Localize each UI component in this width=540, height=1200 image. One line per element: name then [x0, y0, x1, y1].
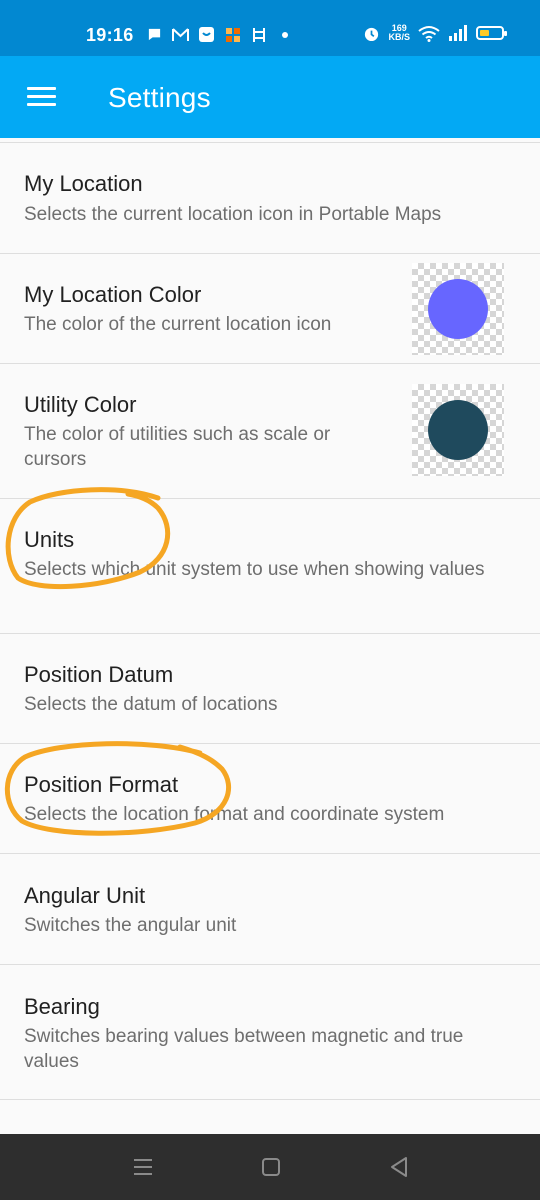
setting-title: My Location [24, 171, 143, 196]
setting-my-location[interactable]: My Location Selects the current location… [0, 142, 540, 254]
setting-bearing[interactable]: Bearing Switches bearing values between … [0, 965, 540, 1100]
alarm-icon [363, 25, 380, 42]
setting-title: Units [24, 527, 75, 552]
setting-title: Position Format [24, 772, 179, 797]
setting-position-format[interactable]: Position Format Selects the location for… [0, 744, 540, 854]
status-time: 19:16 [86, 25, 134, 45]
navigation-bar [0, 1134, 540, 1200]
color-swatch[interactable] [412, 384, 504, 476]
setting-subtitle: Selects the location format and coordina… [24, 804, 445, 825]
status-bar: 19:16 169 KB/S [0, 0, 540, 56]
puzzle-icon [224, 26, 241, 43]
dot-icon [276, 26, 293, 43]
app-bar: Settings [0, 56, 540, 138]
setting-subtitle: The color of utilities such as scale or … [24, 424, 331, 470]
setting-position-datum[interactable]: Position Datum Selects the datum of loca… [0, 634, 540, 744]
chat-icon [146, 26, 163, 43]
notification-icons [146, 26, 293, 43]
setting-title: My Location Color [24, 282, 202, 307]
setting-subtitle: Selects which unit system to use when sh… [24, 559, 485, 580]
setting-subtitle: Switches the angular unit [24, 915, 237, 936]
page-title: Settings [108, 82, 211, 113]
app-icon [198, 26, 215, 43]
setting-my-location-color[interactable]: My Location Color The color of the curre… [0, 254, 540, 364]
home-icon[interactable] [258, 1154, 284, 1180]
system-icons: 169 KB/S [363, 24, 507, 42]
setting-utility-color[interactable]: Utility Color The color of utilities suc… [0, 364, 540, 499]
setting-subtitle: Selects the datum of locations [24, 694, 278, 715]
recents-icon[interactable] [130, 1154, 156, 1180]
setting-title: Position Datum [24, 662, 174, 687]
setting-title: Angular Unit [24, 883, 146, 908]
wifi-icon [418, 25, 440, 42]
setting-subtitle: Switches bearing values between magnetic… [24, 1026, 464, 1072]
hamburger-menu-icon[interactable] [27, 87, 57, 107]
setting-angular-unit[interactable]: Angular Unit Switches the angular unit [0, 854, 540, 965]
setting-units[interactable]: Units Selects which unit system to use w… [0, 499, 540, 634]
back-icon[interactable] [386, 1154, 412, 1180]
color-swatch-dot [428, 279, 488, 339]
color-swatch-dot [428, 400, 488, 460]
book-icon [250, 26, 267, 43]
setting-subtitle: The color of the current location icon [24, 314, 332, 335]
color-swatch[interactable] [412, 263, 504, 355]
network-speed-unit: KB/S [388, 32, 410, 42]
gmail-icon [172, 26, 189, 43]
setting-title: Bearing [24, 994, 100, 1019]
network-speed: 169 KB/S [388, 24, 410, 42]
signal-icon [448, 25, 468, 42]
setting-title: Utility Color [24, 392, 137, 417]
setting-subtitle: Selects the current location icon in Por… [24, 204, 442, 225]
battery-icon [476, 26, 507, 40]
